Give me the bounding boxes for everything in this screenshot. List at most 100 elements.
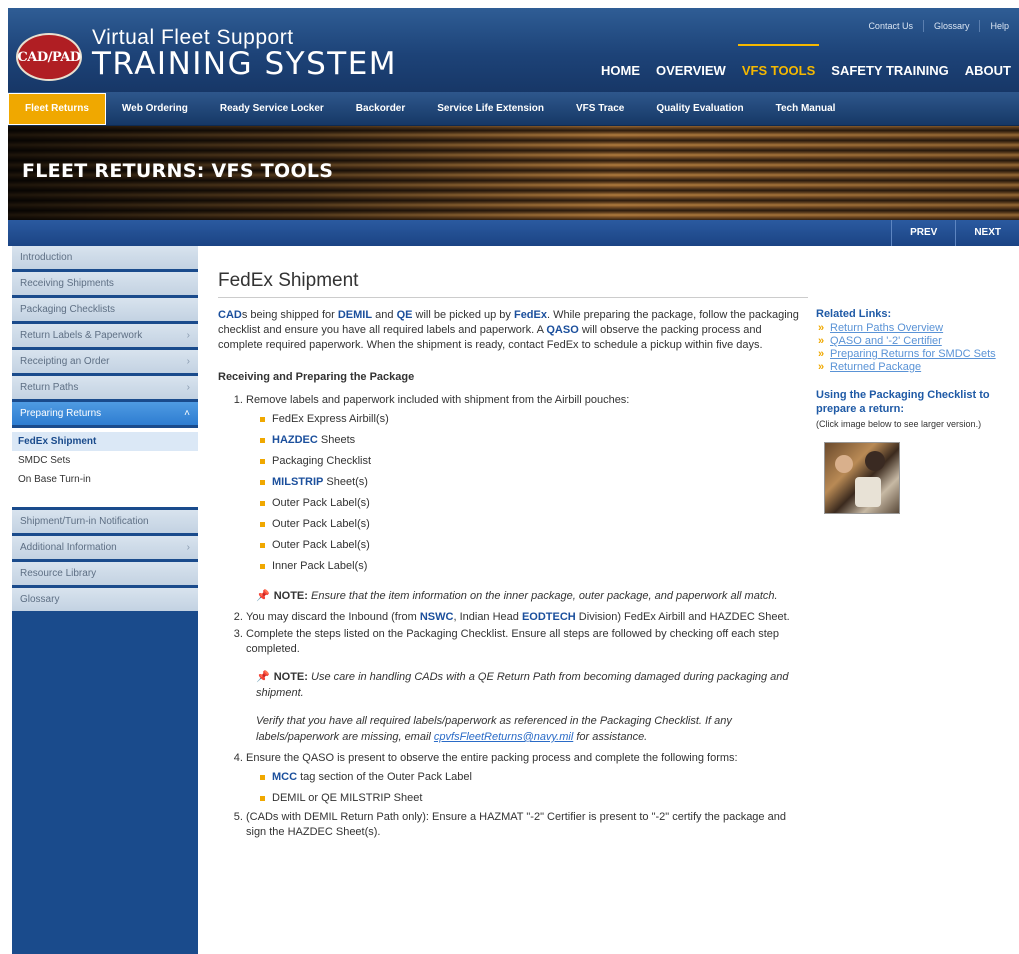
note-2: 📌 NOTE: Use care in handling CADs with a … — [246, 669, 808, 701]
step-1-bullets: FedEx Express Airbill(s) HAZDEC Sheets P… — [246, 410, 808, 576]
demil-glossary-link[interactable]: DEMIL — [338, 309, 372, 321]
nav-home[interactable]: HOME — [593, 62, 648, 80]
milstrip-glossary-link[interactable]: MILSTRIP — [272, 476, 323, 488]
nav-vfs-tools[interactable]: VFS TOOLS — [734, 44, 823, 80]
note-1: 📌 NOTE: Ensure that the item information … — [246, 588, 808, 604]
qe-glossary-link[interactable]: QE — [397, 309, 413, 321]
note-text: Ensure that the item information on the … — [307, 590, 778, 602]
related-link-smdc[interactable]: Preparing Returns for SMDC Sets — [830, 348, 996, 360]
step-text: Remove labels and paperwork included wit… — [246, 394, 630, 406]
mcc-glossary-link[interactable]: MCC — [272, 771, 297, 783]
sidebar-item-preparing-returns[interactable]: Preparing Returns ˄ — [12, 402, 198, 428]
checklist-note: (Click image below to see larger version… — [816, 419, 982, 429]
intro-paragraph: CADs being shipped for DEMIL and QE will… — [218, 308, 808, 353]
sidebar-item-resource-library[interactable]: Resource Library — [12, 562, 198, 588]
list-item: MILSTRIP Sheet(s) — [260, 473, 808, 492]
list-item: Outer Pack Label(s) — [260, 536, 808, 555]
email-link[interactable]: cpvfsFleetReturns@navy.mil — [434, 731, 573, 743]
chevron-right-icon: › — [186, 330, 190, 341]
bullet-text: Inner Pack Label(s) — [272, 560, 368, 572]
intro-text: s being shipped for — [241, 309, 338, 321]
related-links-heading: Related Links: — [816, 308, 892, 320]
subnav-quality-evaluation[interactable]: Quality Evaluation — [640, 92, 759, 126]
nav-overview[interactable]: OVERVIEW — [648, 62, 734, 80]
sidebar-subitem-on-base-turn-in[interactable]: On Base Turn-in — [12, 470, 198, 489]
sidebar-item-label: Additional Information — [20, 542, 117, 553]
sidebar-item-receiving-shipments[interactable]: Receiving Shipments — [12, 272, 198, 298]
sidebar-item-label: Return Paths — [20, 382, 79, 393]
step-4: Ensure the QASO is present to observe th… — [246, 751, 808, 808]
note-text: Use care in handling CADs with a QE Retu… — [256, 671, 789, 699]
list-item: Inner Pack Label(s) — [260, 557, 808, 576]
cadpad-logo[interactable]: CAD/PAD — [16, 33, 82, 81]
sidebar-item-introduction[interactable]: Introduction — [12, 246, 198, 272]
eodtech-glossary-link[interactable]: EODTECH — [522, 611, 576, 623]
note-label: NOTE: — [273, 671, 308, 683]
bullet-text: DEMIL or QE MILSTRIP Sheet — [272, 792, 423, 804]
related-link-returned-package[interactable]: Returned Package — [830, 361, 921, 373]
step-4-bullets: MCC tag section of the Outer Pack Label … — [246, 768, 808, 808]
subnav-tech-manual[interactable]: Tech Manual — [760, 92, 852, 126]
next-button[interactable]: NEXT — [955, 220, 1019, 246]
sidebar-item-label: Resource Library — [20, 568, 97, 579]
subnav-backorder[interactable]: Backorder — [340, 92, 421, 126]
bullet-text: Sheet(s) — [323, 476, 368, 488]
list-item: Outer Pack Label(s) — [260, 494, 808, 513]
subnav-ready-service-locker[interactable]: Ready Service Locker — [204, 92, 340, 126]
prev-button[interactable]: PREV — [891, 220, 955, 246]
checklist-heading: Using the Packaging Checklist to prepare… — [816, 389, 990, 415]
related-link-qaso[interactable]: QASO and '-2' Certifier — [830, 335, 942, 347]
sidebar-item-label: Introduction — [20, 252, 73, 263]
nav-safety-training[interactable]: SAFETY TRAINING — [823, 62, 957, 80]
nswc-glossary-link[interactable]: NSWC — [420, 611, 454, 623]
note-text: for assistance. — [573, 731, 648, 743]
list-item: Outer Pack Label(s) — [260, 515, 808, 534]
bullet-text: FedEx Express Airbill(s) — [272, 413, 389, 425]
subnav-fleet-returns[interactable]: Fleet Returns — [8, 92, 106, 125]
contact-us-link[interactable]: Contact Us — [858, 20, 923, 32]
qaso-glossary-link[interactable]: QASO — [546, 324, 578, 336]
glossary-link[interactable]: Glossary — [922, 20, 980, 32]
step-text: (CADs with DEMIL Return Path only): Ensu… — [246, 811, 786, 838]
intro-text: and — [372, 309, 397, 321]
page-title: FedEx Shipment — [218, 270, 808, 298]
cad-glossary-link[interactable]: CAD — [218, 309, 242, 321]
sidebar-item-glossary[interactable]: Glossary — [12, 588, 198, 614]
sidebar-item-shipment-notification[interactable]: Shipment/Turn-in Notification — [12, 510, 198, 536]
related-links-panel: Related Links: Return Paths Overview QAS… — [816, 308, 1016, 514]
sidebar-subitem-fedex-shipment[interactable]: FedEx Shipment — [12, 432, 198, 451]
subnav-vfs-trace[interactable]: VFS Trace — [560, 92, 640, 126]
bullet-text: Sheets — [317, 434, 356, 446]
sidebar-item-return-paths[interactable]: Return Paths › — [12, 376, 198, 402]
chevron-right-icon: › — [186, 356, 190, 367]
list-item: Returned Package — [816, 361, 1016, 374]
sidebar-item-receipting-an-order[interactable]: Receipting an Order › — [12, 350, 198, 376]
help-link[interactable]: Help — [979, 20, 1019, 32]
pushpin-icon: 📌 — [256, 590, 270, 602]
hazdec-glossary-link[interactable]: HAZDEC — [272, 434, 318, 446]
sidebar-item-label: Return Labels & Paperwork — [20, 330, 143, 341]
steps-list: Remove labels and paperwork included wit… — [218, 393, 808, 840]
page-banner: FLEET RETURNS: VFS TOOLS — [8, 126, 1019, 220]
sidebar-item-additional-information[interactable]: Additional Information › — [12, 536, 198, 562]
subnav-service-life-extension[interactable]: Service Life Extension — [421, 92, 560, 126]
bullet-text: Packaging Checklist — [272, 455, 372, 467]
subnav-web-ordering[interactable]: Web Ordering — [106, 92, 204, 126]
sidebar-item-packaging-checklists[interactable]: Packaging Checklists — [12, 298, 198, 324]
packaging-photo-thumbnail[interactable] — [824, 442, 900, 514]
sidebar-item-label: Packaging Checklists — [20, 304, 116, 315]
fedex-glossary-link[interactable]: FedEx — [514, 309, 547, 321]
bullet-text: Outer Pack Label(s) — [272, 518, 370, 530]
step-3: Complete the steps listed on the Packagi… — [246, 627, 808, 745]
sidebar-item-label: Receipting an Order — [20, 356, 110, 367]
main-content: FedEx Shipment CADs being shipped for DE… — [218, 246, 808, 954]
step-text: You may discard the Inbound (from — [246, 611, 420, 623]
nav-about[interactable]: ABOUT — [957, 62, 1019, 80]
bullet-text: Outer Pack Label(s) — [272, 539, 370, 551]
sidebar-item-return-labels[interactable]: Return Labels & Paperwork › — [12, 324, 198, 350]
chevron-up-icon: ˄ — [184, 408, 190, 419]
sidebar-subitem-smdc-sets[interactable]: SMDC Sets — [12, 451, 198, 470]
related-link-return-paths[interactable]: Return Paths Overview — [830, 322, 943, 334]
list-item: MCC tag section of the Outer Pack Label — [260, 768, 808, 787]
sidebar-item-label: Preparing Returns — [20, 408, 102, 419]
